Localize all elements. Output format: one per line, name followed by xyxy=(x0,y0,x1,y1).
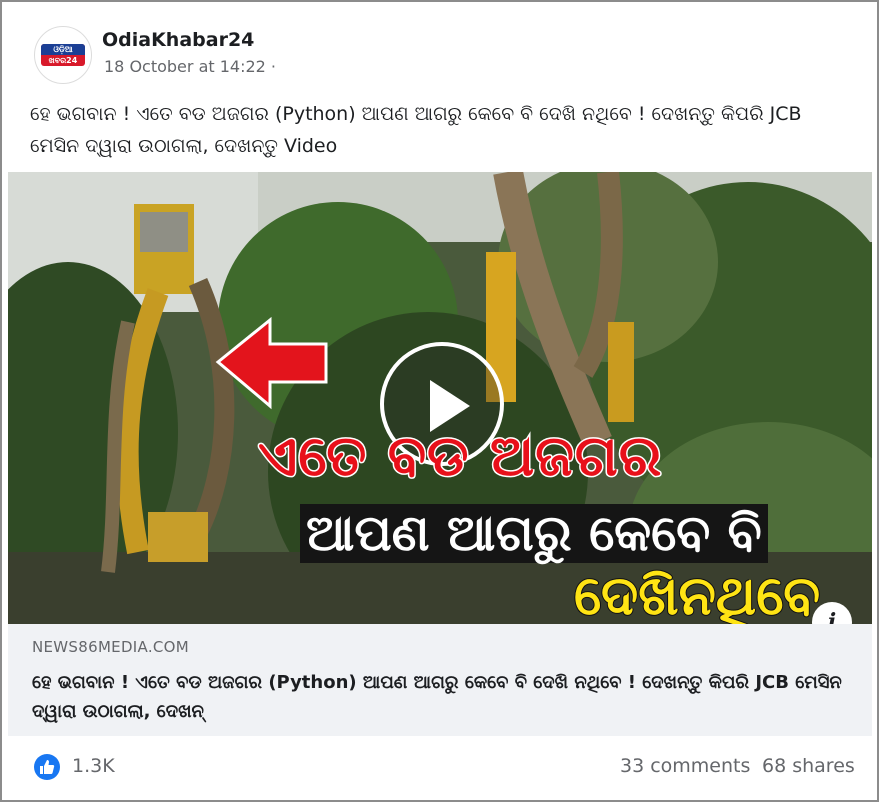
video-thumbnail[interactable]: ଏତେ ବଡ ଅଜଗର ଆପଣ ଆଗରୁ କେବେ ବି ଦେଖିନଥିବେ i xyxy=(8,172,872,624)
video-overlay-subtitle: ଆପଣ ଆଗରୁ କେବେ ବି xyxy=(300,504,768,563)
page-logo: ଓଡ଼ିଆ ଖବର24 xyxy=(41,44,85,66)
screenshot-frame: ଓଡ଼ିଆ ଖବର24 OdiaKhabar24 18 October at 1… xyxy=(0,0,879,802)
link-title[interactable]: ହେ ଭଗବାନ ! ଏତେ ବଡ ଅଜଗର (Python) ଆପଣ ଆଗରୁ… xyxy=(32,668,852,726)
post-timestamp[interactable]: 18 October at 14:22 · xyxy=(104,57,276,76)
page-avatar[interactable]: ଓଡ଼ିଆ ଖବର24 xyxy=(34,26,92,84)
video-overlay-tagline: ଦେଖିନଥିବେ xyxy=(573,563,821,624)
logo-text-bottom: ଖବର24 xyxy=(48,56,78,65)
logo-text-top: ଓଡ଼ିଆ xyxy=(41,44,85,55)
post-stats-bar: 1.3K 33 comments 68 shares xyxy=(8,736,872,795)
post-card: ଓଡ଼ିଆ ଖବର24 OdiaKhabar24 18 October at 1… xyxy=(8,8,872,795)
post-header: ଓଡ଼ିଆ ଖବର24 OdiaKhabar24 18 October at 1… xyxy=(8,8,872,88)
post-caption: ହେ ଭଗବାନ ! ଏତେ ବଡ ଅଜଗର (Python) ଆପଣ ଆଗରୁ… xyxy=(30,103,802,157)
shares-count[interactable]: 68 shares xyxy=(762,755,855,777)
like-reaction-icon xyxy=(34,754,60,780)
video-overlay-title: ଏତେ ବଡ ଅଜଗର xyxy=(256,423,663,491)
reaction-count[interactable]: 1.3K xyxy=(72,755,115,777)
page-name-link[interactable]: OdiaKhabar24 xyxy=(102,29,254,51)
link-domain: NEWS86MEDIA.COM xyxy=(32,638,190,656)
comments-count[interactable]: 33 comments xyxy=(620,755,750,777)
link-preview[interactable]: NEWS86MEDIA.COM ହେ ଭଗବାନ ! ଏତେ ବଡ ଅଜଗର (… xyxy=(8,624,872,736)
